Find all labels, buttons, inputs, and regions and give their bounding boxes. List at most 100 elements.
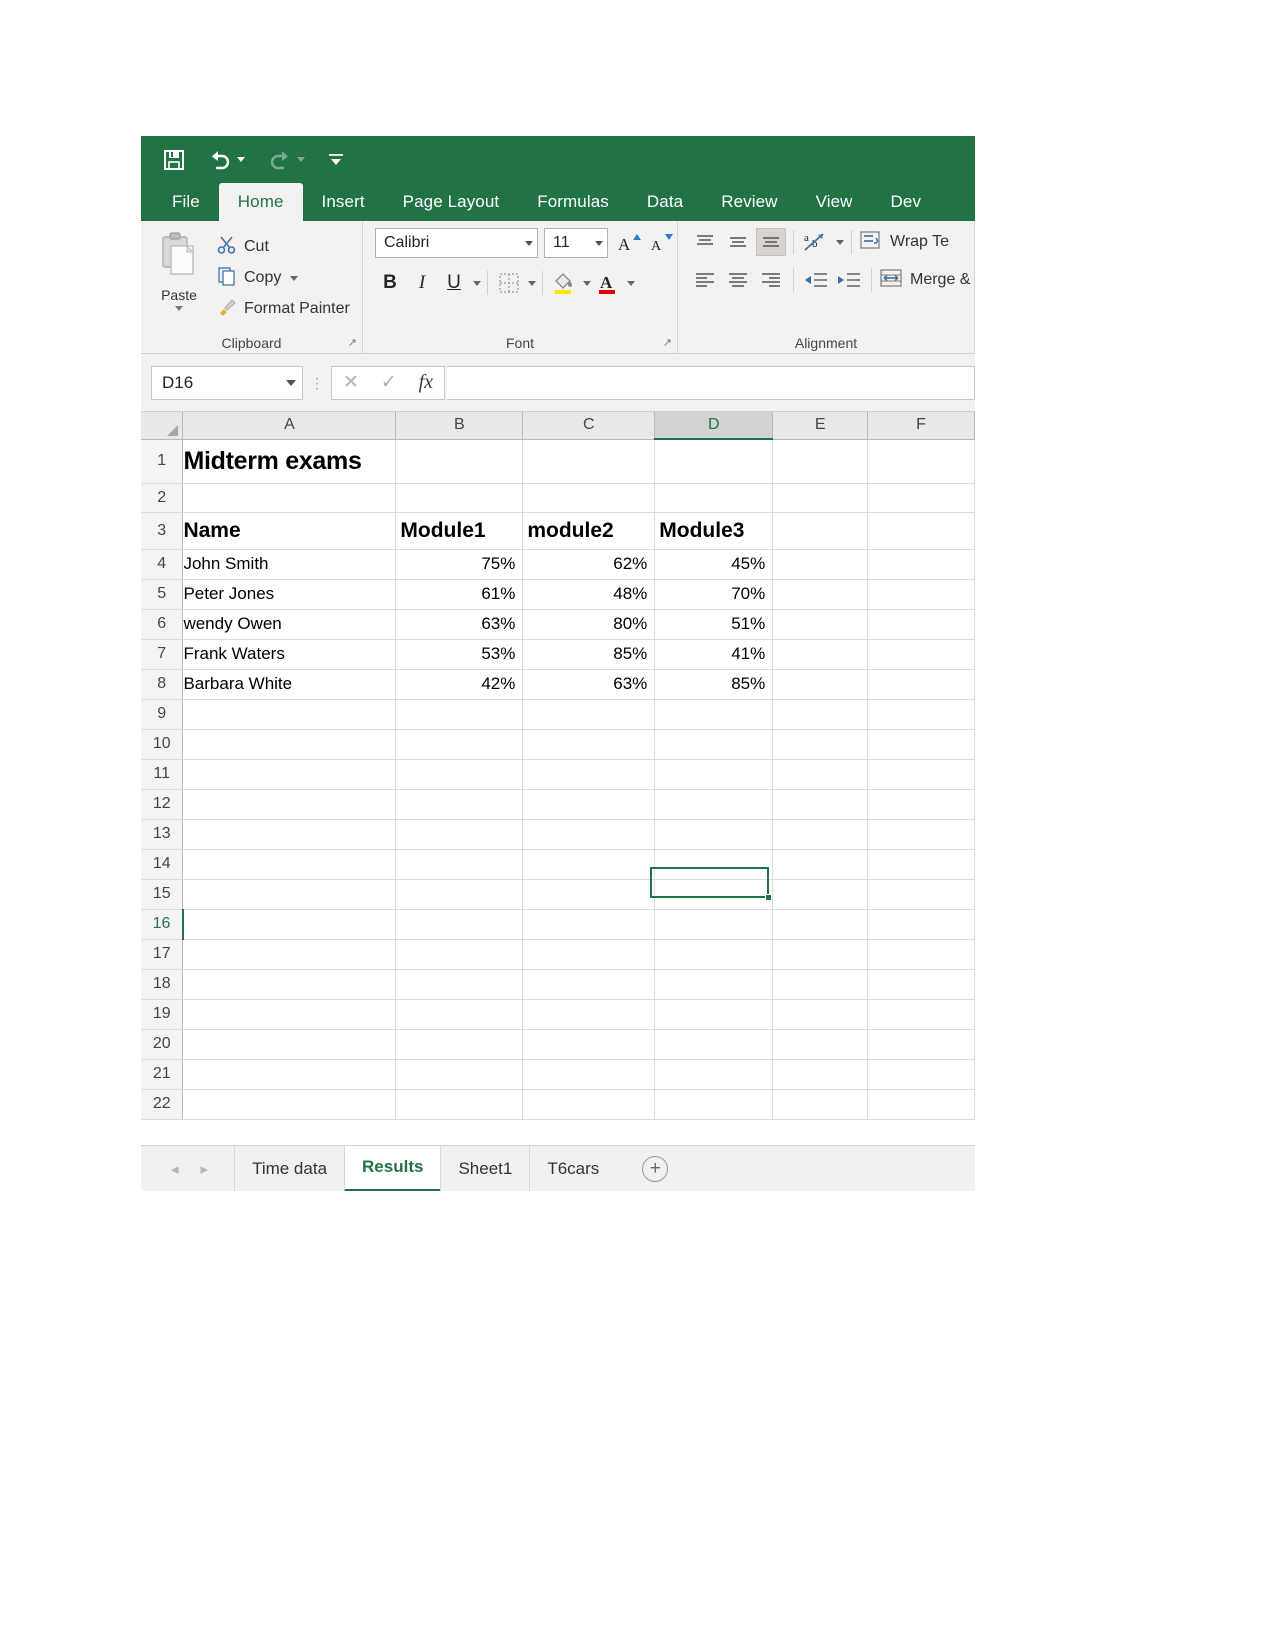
- cell-d2[interactable]: [654, 483, 774, 513]
- name-box-caret-icon[interactable]: [286, 379, 296, 386]
- align-left-icon[interactable]: [690, 266, 720, 294]
- cell-d19[interactable]: [654, 999, 774, 1030]
- cell-f13[interactable]: [867, 819, 975, 850]
- cell-a19[interactable]: [182, 999, 397, 1030]
- cell-d7[interactable]: 41%: [654, 639, 774, 670]
- cell-c22[interactable]: [522, 1089, 656, 1120]
- cell-a2[interactable]: [182, 483, 397, 513]
- cell-f7[interactable]: [867, 639, 975, 670]
- row-header-16[interactable]: 16: [141, 909, 184, 940]
- cell-f8[interactable]: [867, 669, 975, 700]
- row-header-21[interactable]: 21: [141, 1059, 184, 1090]
- decrease-indent-icon[interactable]: [801, 266, 831, 294]
- sheet-tab-results[interactable]: Results: [344, 1145, 441, 1191]
- cell-e8[interactable]: [772, 669, 869, 700]
- cell-d6[interactable]: 51%: [654, 609, 774, 640]
- cell-b16[interactable]: [395, 909, 524, 940]
- cell-e7[interactable]: [772, 639, 869, 670]
- customize-qat-icon[interactable]: [327, 151, 345, 169]
- cell-f14[interactable]: [867, 849, 975, 880]
- cell-f5[interactable]: [867, 579, 975, 610]
- cut-button[interactable]: Cut: [217, 234, 350, 260]
- cancel-entry-icon[interactable]: ✕: [343, 371, 359, 394]
- cell-d11[interactable]: [654, 759, 774, 790]
- cell-c21[interactable]: [522, 1059, 656, 1090]
- cell-a11[interactable]: [182, 759, 397, 790]
- cell-b15[interactable]: [395, 879, 524, 910]
- cell-a3[interactable]: Name: [182, 512, 397, 550]
- ribbon-tab-developer[interactable]: Dev: [872, 183, 941, 221]
- row-header-2[interactable]: 2: [141, 483, 184, 513]
- cell-a17[interactable]: [182, 939, 397, 970]
- row-header-20[interactable]: 20: [141, 1029, 184, 1060]
- font-name-caret-icon[interactable]: [525, 240, 533, 246]
- cell-d8[interactable]: 85%: [654, 669, 774, 700]
- align-bottom-icon[interactable]: [756, 228, 786, 256]
- cell-f3[interactable]: [867, 512, 975, 550]
- format-painter-button[interactable]: Format Painter: [217, 296, 350, 322]
- cell-c11[interactable]: [522, 759, 656, 790]
- cell-c16[interactable]: [522, 909, 656, 940]
- cell-b21[interactable]: [395, 1059, 524, 1090]
- cell-d14[interactable]: [654, 849, 774, 880]
- cell-d15[interactable]: [654, 879, 774, 910]
- cell-a14[interactable]: [182, 849, 397, 880]
- cell-f6[interactable]: [867, 609, 975, 640]
- cell-c12[interactable]: [522, 789, 656, 820]
- cell-a9[interactable]: [182, 699, 397, 730]
- row-header-10[interactable]: 10: [141, 729, 184, 760]
- cell-f9[interactable]: [867, 699, 975, 730]
- cell-c19[interactable]: [522, 999, 656, 1030]
- cell-d16[interactable]: [654, 909, 774, 940]
- redo-icon[interactable]: [267, 149, 305, 171]
- cell-e9[interactable]: [772, 699, 869, 730]
- column-header-b[interactable]: B: [395, 412, 524, 440]
- row-header-19[interactable]: 19: [141, 999, 184, 1030]
- row-header-5[interactable]: 5: [141, 579, 184, 610]
- cell-e5[interactable]: [772, 579, 869, 610]
- column-header-a[interactable]: A: [182, 412, 397, 440]
- bold-button[interactable]: B: [375, 268, 405, 298]
- cell-a4[interactable]: John Smith: [182, 549, 397, 580]
- insert-function-icon[interactable]: fx: [419, 371, 433, 394]
- cell-b3[interactable]: Module1: [395, 512, 524, 550]
- cell-d21[interactable]: [654, 1059, 774, 1090]
- cell-f18[interactable]: [867, 969, 975, 1000]
- underline-dropdown-caret[interactable]: [473, 280, 481, 286]
- column-header-f[interactable]: F: [867, 412, 975, 440]
- orientation-dropdown-caret[interactable]: [836, 239, 844, 245]
- cell-e18[interactable]: [772, 969, 869, 1000]
- cell-c5[interactable]: 48%: [522, 579, 656, 610]
- cell-d10[interactable]: [654, 729, 774, 760]
- cell-e3[interactable]: [772, 512, 869, 550]
- cell-c9[interactable]: [522, 699, 656, 730]
- cell-c1[interactable]: [522, 439, 656, 484]
- row-header-13[interactable]: 13: [141, 819, 184, 850]
- fill-handle[interactable]: [765, 894, 772, 901]
- cell-b4[interactable]: 75%: [395, 549, 524, 580]
- row-header-7[interactable]: 7: [141, 639, 184, 670]
- column-header-d[interactable]: D: [654, 412, 774, 440]
- cell-d20[interactable]: [654, 1029, 774, 1060]
- cell-a13[interactable]: [182, 819, 397, 850]
- cell-f1[interactable]: [867, 439, 975, 484]
- cell-a20[interactable]: [182, 1029, 397, 1060]
- cell-a5[interactable]: Peter Jones: [182, 579, 397, 610]
- cell-e14[interactable]: [772, 849, 869, 880]
- copy-button[interactable]: Copy: [217, 265, 350, 291]
- cell-c14[interactable]: [522, 849, 656, 880]
- fill-color-icon[interactable]: [549, 268, 579, 298]
- cell-f17[interactable]: [867, 939, 975, 970]
- cell-a22[interactable]: [182, 1089, 397, 1120]
- cell-d18[interactable]: [654, 969, 774, 1000]
- cell-a1[interactable]: Midterm exams: [182, 439, 397, 484]
- copy-dropdown-caret[interactable]: [290, 275, 299, 281]
- cell-c8[interactable]: 63%: [522, 669, 656, 700]
- cell-e20[interactable]: [772, 1029, 869, 1060]
- ribbon-tab-review[interactable]: Review: [702, 183, 796, 221]
- align-top-icon[interactable]: [690, 228, 720, 256]
- font-dialog-launcher-icon[interactable]: ↗: [663, 336, 672, 349]
- cell-c13[interactable]: [522, 819, 656, 850]
- cell-b1[interactable]: [395, 439, 524, 484]
- cell-e1[interactable]: [772, 439, 869, 484]
